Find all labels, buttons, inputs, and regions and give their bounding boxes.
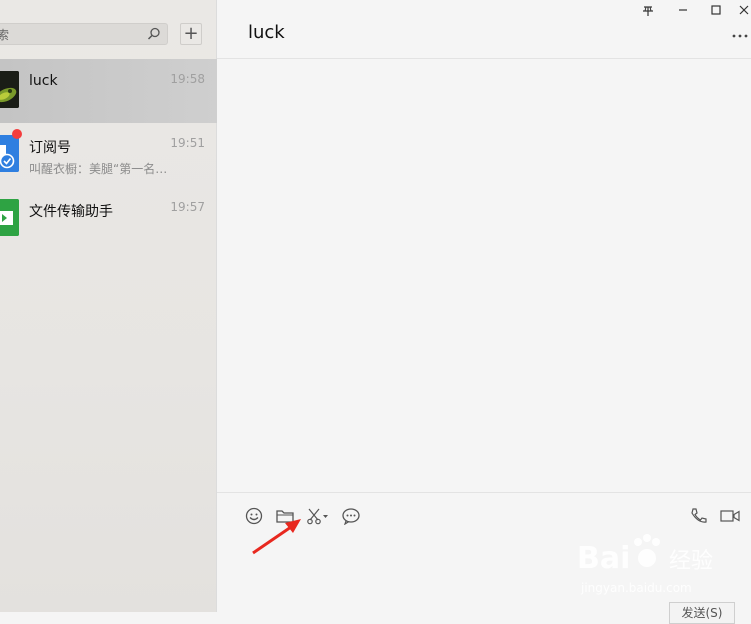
- send-button[interactable]: 发送(S): [669, 602, 735, 624]
- input-divider: [217, 492, 751, 493]
- search-input[interactable]: [11, 25, 135, 45]
- maximize-icon[interactable]: [709, 4, 723, 16]
- search-icon[interactable]: [147, 27, 161, 41]
- pin-icon[interactable]: [641, 4, 655, 16]
- chat-name: 文件传输助手: [29, 204, 113, 220]
- chat-time: 19:58: [170, 72, 205, 86]
- sidebar: 索 + luck 19:58 订阅号 19:51 叫醒衣橱：美腿“第一名… 文件…: [0, 0, 217, 612]
- subscription-icon: [0, 135, 19, 172]
- baidu-watermark-icon: Bai 经验 jingyan.baidu.com: [577, 534, 713, 595]
- chat-preview: 叫醒衣橱：美腿“第一名…: [29, 162, 168, 176]
- search-label: 索: [0, 28, 10, 42]
- minimize-icon[interactable]: [676, 4, 690, 16]
- chat-list: luck 19:58 订阅号 19:51 叫醒衣橱：美腿“第一名… 文件传输助手…: [0, 59, 217, 251]
- file-transfer-icon: [0, 199, 19, 236]
- chat-title: luck: [248, 22, 285, 43]
- video-icon[interactable]: [719, 507, 741, 525]
- search-box[interactable]: 索: [0, 23, 168, 45]
- watermark-url: jingyan.baidu.com: [580, 581, 692, 595]
- phone-icon[interactable]: [689, 507, 709, 525]
- watermark-brand: Bai: [577, 541, 630, 576]
- scissors-icon[interactable]: [306, 507, 330, 525]
- chat-time: 19:57: [170, 200, 205, 214]
- chat-item-file-transfer[interactable]: 文件传输助手 19:57: [0, 187, 217, 251]
- photo-avatar: [0, 71, 19, 108]
- chat-name: 订阅号: [29, 140, 71, 156]
- unread-badge: [12, 129, 22, 139]
- chat-bubble-icon[interactable]: [341, 507, 361, 525]
- close-icon[interactable]: [737, 4, 751, 16]
- chat-item-subscriptions[interactable]: 订阅号 19:51 叫醒衣橱：美腿“第一名…: [0, 123, 217, 187]
- chat-name: luck: [29, 73, 58, 89]
- annotation-arrow-icon: [252, 519, 301, 555]
- watermark-brand2: 经验: [669, 549, 713, 574]
- chat-time: 19:51: [170, 136, 205, 150]
- message-area: [217, 59, 751, 492]
- chat-item-luck[interactable]: luck 19:58: [0, 59, 217, 123]
- more-options-icon[interactable]: [731, 24, 749, 40]
- add-button[interactable]: +: [180, 23, 202, 45]
